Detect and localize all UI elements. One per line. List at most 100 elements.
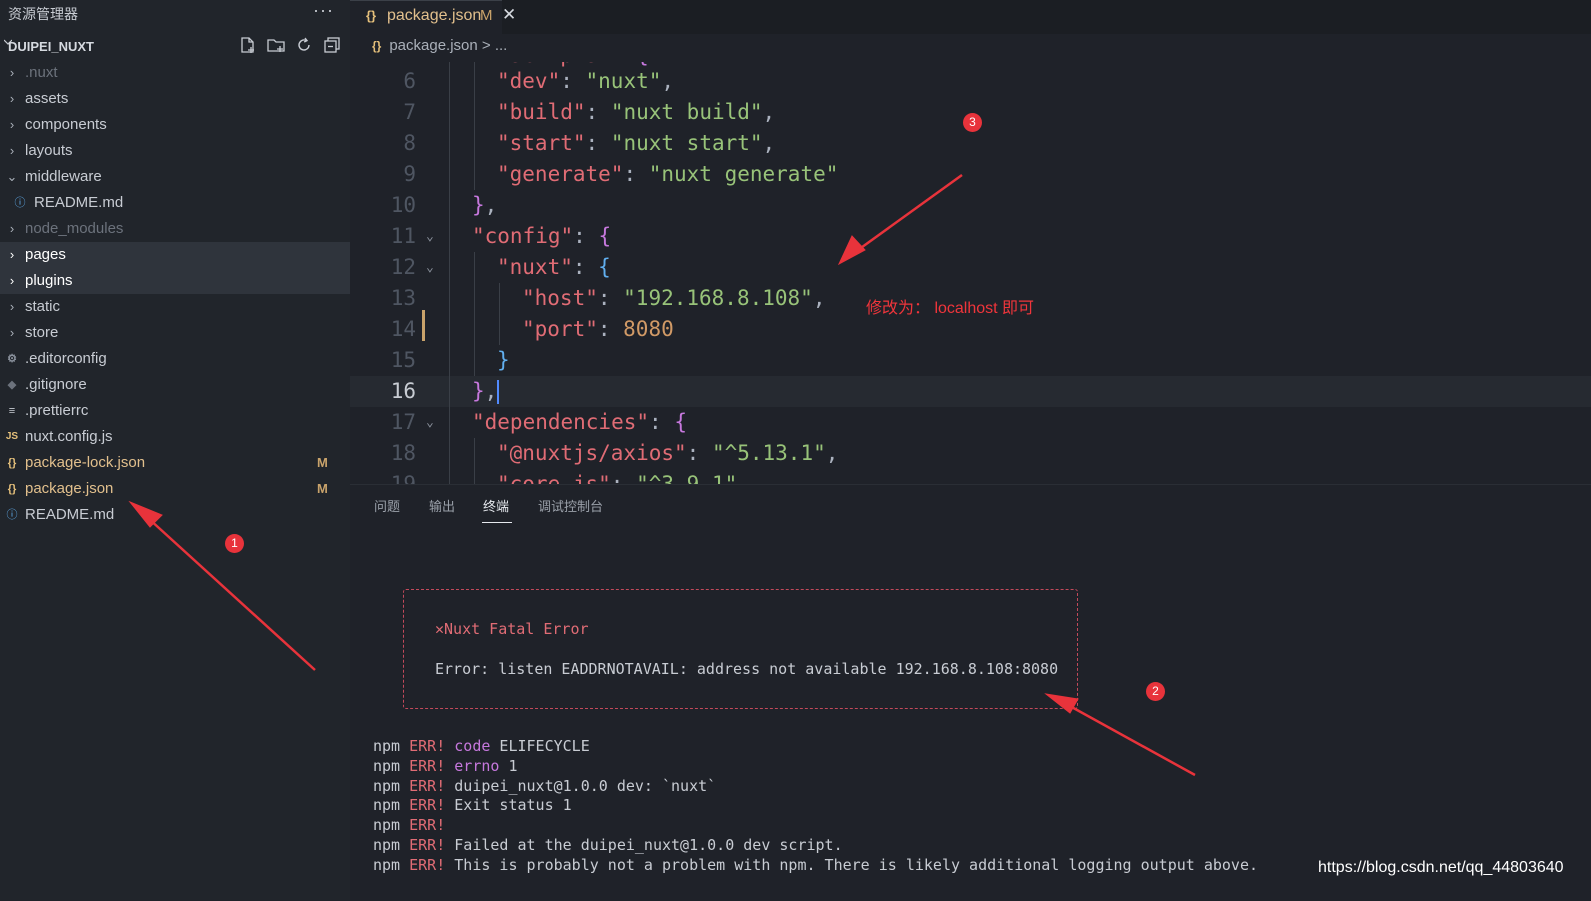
- breadcrumb-file[interactable]: package.json: [389, 37, 477, 54]
- tree-item-label: store: [25, 324, 59, 341]
- annotation-note: 修改为： localhost 即可: [866, 300, 1035, 317]
- line-number: 14: [390, 317, 416, 341]
- tree-item-gitignore[interactable]: ◆ .gitignore: [0, 372, 350, 398]
- tree-item-node-modules[interactable]: › node_modules: [0, 216, 350, 242]
- terminal-line: npm ERR! Failed at the duipei_nuxt@1.0.0…: [373, 835, 843, 854]
- fold-chevron-icon[interactable]: ⌄: [426, 407, 434, 438]
- project-header[interactable]: DUIPEI_NUXT: [0, 35, 350, 57]
- tree-item-label: package-lock.json: [25, 454, 146, 471]
- error-title: ✕Nuxt Fatal Error: [435, 620, 589, 638]
- refresh-icon[interactable]: [294, 35, 314, 55]
- line-number: 18: [390, 441, 416, 465]
- line-number: 19: [390, 472, 416, 484]
- json-icon: {}: [366, 8, 377, 23]
- terminal-line: npm ERR! code ELIFECYCLE: [373, 737, 590, 755]
- fold-chevron-icon[interactable]: ⌄: [426, 252, 434, 283]
- tree-item-nuxt[interactable]: › .nuxt: [0, 60, 350, 86]
- code-line-current: 16 },: [350, 376, 1591, 407]
- code-line: 18 "@nuxtjs/axios": "^5.13.1",: [350, 438, 1591, 469]
- gutter-modified-marker: [422, 310, 425, 341]
- tree-item-components[interactable]: › components: [0, 112, 350, 138]
- tab-label: package.json: [387, 7, 482, 24]
- tree-item-package-json[interactable]: {} package.json M: [0, 476, 350, 502]
- tree-item-label: nuxt.config.js: [25, 428, 113, 445]
- tree-item-prettierrc[interactable]: ≡ .prettierrc: [0, 398, 350, 424]
- terminal-line: npm ERR!: [373, 816, 446, 835]
- annotation-marker-3: 3: [963, 113, 982, 132]
- modified-badge: M: [317, 455, 328, 470]
- code-key: "core-js": [497, 472, 611, 484]
- code-line: 6 "dev": "nuxt",: [350, 66, 1591, 97]
- tree-item-label: .gitignore: [25, 376, 87, 393]
- explorer-sidebar: 资源管理器 ··· DUIPEI_NUXT › .nuxt › assets ›…: [0, 0, 350, 900]
- modified-badge: M: [317, 481, 328, 496]
- tree-item-label: .nuxt: [25, 64, 58, 81]
- tab-terminal[interactable]: 终端: [483, 496, 509, 515]
- tree-item-readme[interactable]: ⓘ README.md: [0, 502, 350, 528]
- modified-badge: M: [480, 7, 493, 24]
- new-file-icon[interactable]: [238, 35, 258, 55]
- code-value: "^3.9.1": [636, 472, 738, 484]
- tree-item-package-lock[interactable]: {} package-lock.json M: [0, 450, 350, 476]
- tab-debug-console[interactable]: 调试控制台: [538, 496, 603, 515]
- terminal-output[interactable]: npm ERR! code ELIFECYCLE npm ERR! errno 1…: [373, 737, 1258, 876]
- terminal-panel: 问题 输出 终端 调试控制台 ✕Nuxt Fatal Error Error: …: [350, 484, 1591, 901]
- code-key: "host": [522, 286, 598, 310]
- more-actions-icon[interactable]: ···: [313, 0, 334, 21]
- line-number: 7: [403, 100, 416, 124]
- tab-output[interactable]: 输出: [429, 496, 455, 515]
- collapse-all-icon[interactable]: [322, 35, 342, 55]
- code-key: "generate": [497, 162, 624, 186]
- code-value: "nuxt start": [610, 131, 763, 155]
- code-key: "build": [497, 100, 586, 124]
- chevron-right-icon: ›: [9, 247, 15, 262]
- indent-guide: [474, 62, 475, 190]
- tree-item-store[interactable]: › store: [0, 320, 350, 346]
- json-icon: {}: [7, 483, 17, 495]
- tab-bar: {} package.json M ✕: [350, 0, 1591, 35]
- breadcrumb-more[interactable]: > ...: [482, 37, 507, 54]
- tree-item-plugins[interactable]: › plugins: [0, 268, 350, 294]
- chevron-right-icon: ›: [9, 299, 15, 314]
- json-icon: {}: [372, 39, 382, 53]
- error-x-icon: ✕: [435, 620, 445, 638]
- chevron-right-icon: ›: [9, 91, 15, 106]
- tree-item-pages[interactable]: › pages: [0, 242, 350, 268]
- code-value: "nuxt": [585, 69, 662, 93]
- terminal-line: npm ERR! Exit status 1: [373, 796, 572, 815]
- tree-item-editorconfig[interactable]: ⚙ .editorconfig: [0, 346, 350, 372]
- breadcrumb[interactable]: {} package.json > ...: [372, 37, 507, 54]
- code-key: "config": [472, 224, 574, 248]
- tree-item-nuxt-config[interactable]: JS nuxt.config.js: [0, 424, 350, 450]
- tree-item-label: README.md: [25, 506, 115, 523]
- project-name: DUIPEI_NUXT: [8, 39, 94, 54]
- indent-guide: [474, 438, 475, 484]
- lines-icon: ≡: [8, 405, 16, 417]
- tab-package-json[interactable]: {} package.json M ✕: [350, 0, 516, 35]
- tree-item-assets[interactable]: › assets: [0, 86, 350, 112]
- tree-item-label: .editorconfig: [25, 350, 107, 367]
- tree-item-layouts[interactable]: › layouts: [0, 138, 350, 164]
- nuxt-error-box: ✕Nuxt Fatal Error Error: listen EADDRNOT…: [403, 589, 1078, 709]
- annotation-marker-1: 1: [225, 534, 244, 553]
- code-line: 8 "start": "nuxt start",: [350, 128, 1591, 159]
- code-key: "dependencies": [472, 410, 650, 434]
- code-value: "nuxt generate": [648, 162, 839, 186]
- tree-item-middleware-readme[interactable]: ⓘ README.md: [0, 190, 350, 216]
- editor: {} package.json M ✕ {} package.json > ...…: [350, 0, 1591, 484]
- tab-problems[interactable]: 问题: [374, 496, 400, 515]
- chevron-right-icon: ›: [9, 143, 15, 158]
- code-value: 8080: [623, 317, 674, 341]
- tree-item-static[interactable]: › static: [0, 294, 350, 320]
- code-line: 12 ⌄ "nuxt": {: [350, 252, 1591, 283]
- code-key: "@nuxtjs/axios": [497, 441, 687, 465]
- close-icon[interactable]: ✕: [502, 5, 516, 25]
- code-value: "192.168.8.108": [623, 286, 813, 310]
- new-folder-icon[interactable]: [266, 35, 286, 55]
- fold-chevron-icon[interactable]: ⌄: [426, 221, 434, 252]
- tree-item-middleware[interactable]: ⌄ middleware: [0, 164, 350, 190]
- chevron-right-icon: ›: [9, 221, 15, 236]
- terminal-line: npm ERR! duipei_nuxt@1.0.0 dev: `nuxt`: [373, 776, 717, 795]
- code-value: "^5.13.1": [711, 441, 826, 465]
- line-number: 16: [390, 379, 416, 403]
